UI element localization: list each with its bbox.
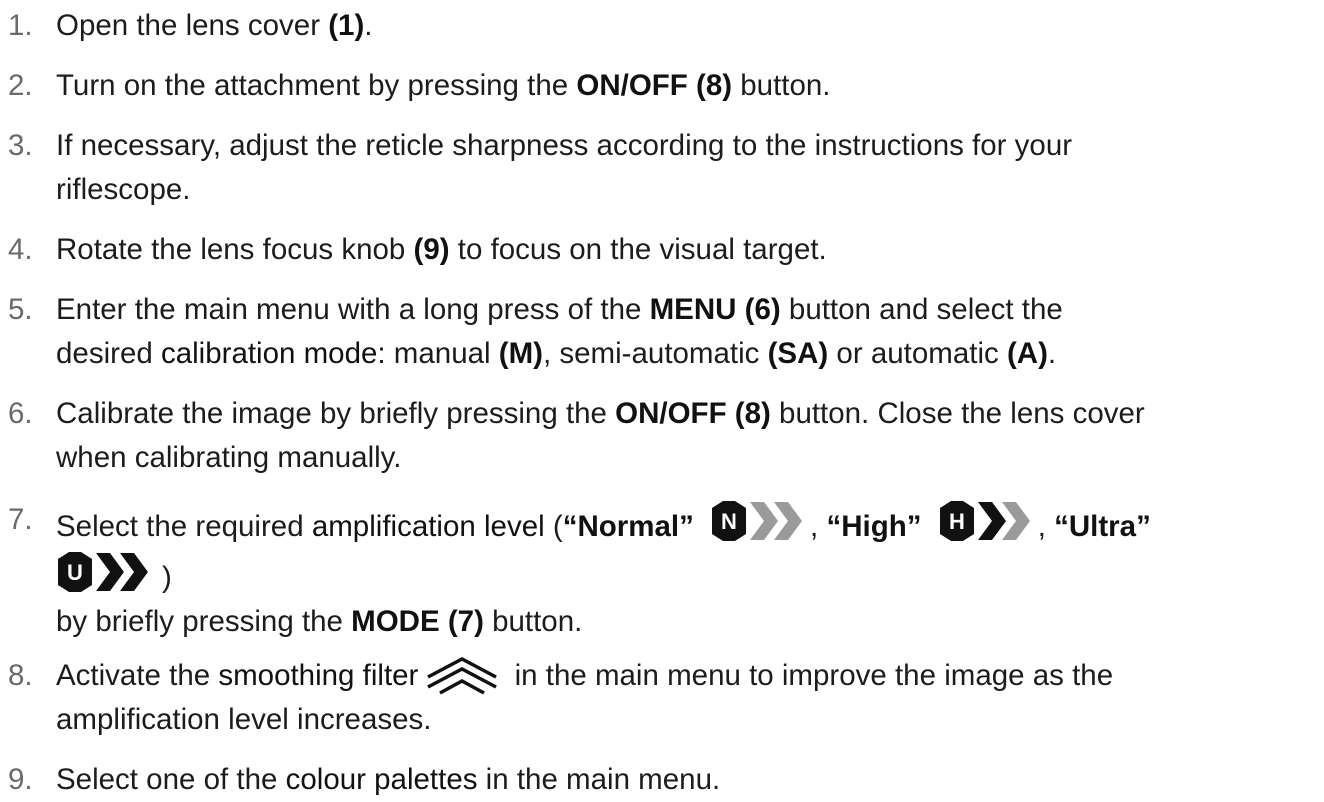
smoothing-filter-icon [426, 655, 498, 695]
level-high-label: “High” [826, 510, 922, 543]
step-number: 1. [8, 9, 33, 42]
step-number: 7. [8, 503, 33, 536]
button-ref: ON/OFF (8) [576, 69, 733, 102]
step-text: amplification level increases. [56, 703, 432, 736]
step-number: 9. [8, 763, 33, 796]
step-5: 5. Enter the main menu with a long press… [0, 288, 1320, 376]
step-2: 2. Turn on the attachment by pressing th… [0, 64, 1320, 108]
step-text: . [364, 9, 373, 42]
step-text: If necessary, adjust the reticle sharpne… [56, 129, 1073, 162]
step-text: , semi-automatic [543, 337, 768, 370]
button-ref: ON/OFF (8) [615, 397, 771, 430]
step-text: Select the required [56, 510, 312, 543]
step-text: Activate the [56, 659, 219, 692]
step-text: Open the lens cover [56, 9, 329, 42]
menu-term: smoothing filter [218, 659, 419, 692]
step-text: button and select the [780, 293, 1063, 326]
step-number: 6. [8, 397, 33, 430]
part-ref: (1) [328, 9, 365, 42]
step-text: in the main menu. [477, 763, 721, 796]
svg-text:N: N [721, 509, 737, 534]
step-number: 2. [8, 69, 33, 102]
step-text: by briefly pressing the [56, 605, 352, 638]
step-text: . [1047, 337, 1057, 370]
instruction-list: 1. Open the lens cover (1). 2. Turn on t… [0, 0, 1324, 796]
ultra-level-icon: U [56, 549, 160, 595]
step-text: ( [544, 510, 563, 543]
menu-term: colour palettes [285, 763, 478, 796]
button-ref: MODE (7) [351, 605, 484, 638]
step-text: button. Close the lens cover [770, 397, 1145, 430]
step-text: Enter the main menu with a long press of… [56, 293, 650, 326]
step-1: 1. Open the lens cover (1). [0, 4, 1320, 48]
step-number: 5. [8, 293, 33, 326]
step-text: ) [162, 561, 172, 594]
step-text: button. [732, 69, 831, 102]
mode-ref: (A) [1006, 337, 1048, 370]
step-4: 4. Rotate the lens focus knob (9) to foc… [0, 228, 1320, 272]
step-text: Calibrate the image by briefly pressing … [56, 397, 616, 430]
step-6: 6. Calibrate the image by briefly pressi… [0, 392, 1320, 480]
high-level-icon: H [932, 498, 1036, 544]
normal-level-icon: N [704, 498, 808, 544]
button-ref: MENU (6) [649, 293, 781, 326]
svg-text:U: U [67, 560, 83, 585]
step-8: 8. Activate the smoothing filter in the … [0, 654, 1320, 742]
menu-term: calibration mode: [160, 337, 386, 370]
svg-text:H: H [949, 509, 965, 534]
step-text: Rotate the lens focus knob [56, 233, 414, 266]
mode-ref: (M) [498, 337, 543, 370]
step-number: 3. [8, 129, 33, 162]
level-ultra-label: “Ultra” [1054, 510, 1151, 543]
mode-ref: (SA) [767, 337, 829, 370]
step-text: manual [385, 337, 499, 370]
step-text: or automatic [828, 337, 1007, 370]
step-text: to focus on the visual target. [449, 233, 827, 266]
step-text: Turn on the attachment by pressing the [56, 69, 577, 102]
level-normal-label: “Normal” [562, 510, 694, 543]
step-9: 9. Select one of the colour palettes in … [0, 758, 1320, 802]
step-text: button. [483, 605, 583, 638]
step-text: desired [56, 337, 161, 370]
step-text: , [810, 510, 827, 543]
part-ref: (9) [413, 233, 450, 266]
step-text: , [1037, 510, 1055, 543]
step-number: 8. [8, 659, 33, 692]
step-text: riflescope. [56, 173, 191, 206]
step-number: 4. [8, 233, 33, 266]
step-text: when calibrating manually. [56, 441, 402, 474]
step-7: 7. Select the required amplification lev… [0, 498, 1320, 644]
step-3: 3. If necessary, adjust the reticle shar… [0, 124, 1320, 212]
step-text: Select one of the [56, 763, 286, 796]
step-text: in the main menu to improve the image as… [506, 659, 1114, 692]
menu-term: amplification level [311, 510, 545, 543]
